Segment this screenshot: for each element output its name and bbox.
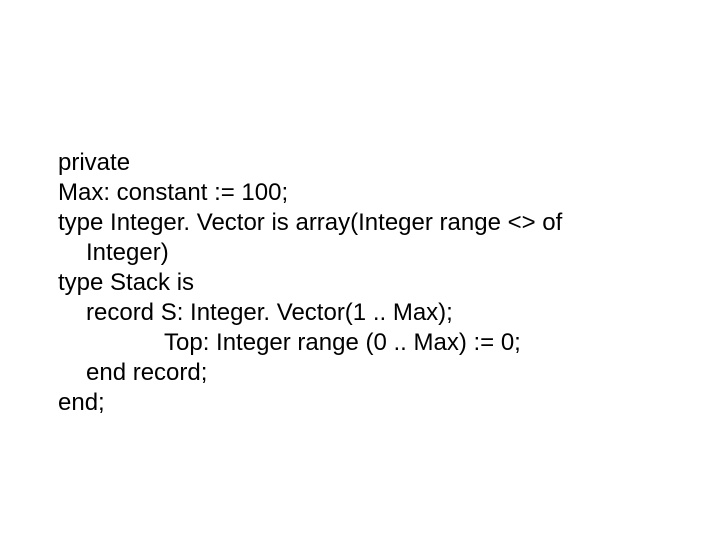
code-line-record-s: record S: Integer. Vector(1 .. Max); xyxy=(58,298,678,328)
code-line-integer-cont: Integer) xyxy=(58,238,678,268)
code-line-type-stack: type Stack is xyxy=(58,268,678,298)
code-block: private Max: constant := 100; type Integ… xyxy=(58,148,678,418)
code-line-private: private xyxy=(58,148,678,178)
code-line-top: Top: Integer range (0 .. Max) := 0; xyxy=(58,328,678,358)
code-line-end: end; xyxy=(58,388,678,418)
code-line-type-vector: type Integer. Vector is array(Integer ra… xyxy=(58,208,678,238)
code-line-end-record: end record; xyxy=(58,358,678,388)
code-line-max-constant: Max: constant := 100; xyxy=(58,178,678,208)
